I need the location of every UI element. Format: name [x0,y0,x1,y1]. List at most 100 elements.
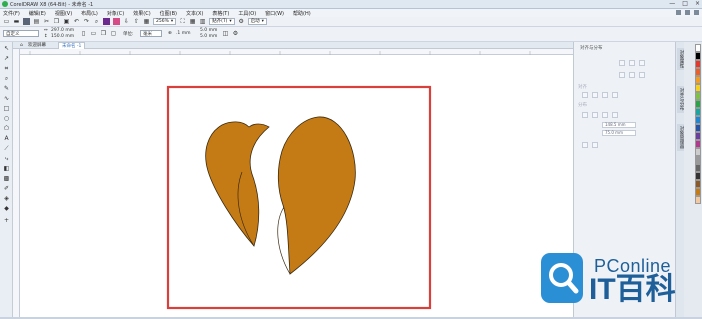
search-icon[interactable] [676,10,681,15]
color-eyedropper-icon[interactable]: ✐ [3,185,10,192]
align-to-page-center-icon[interactable] [612,92,618,98]
swatch-black[interactable] [695,52,701,60]
align-to-selected-icon[interactable] [592,92,598,98]
settings-icon[interactable] [694,10,699,15]
align-right-icon[interactable] [639,60,645,66]
swatch-teal[interactable] [695,108,701,116]
distribute-right-icon[interactable] [612,112,618,118]
pdf-icon[interactable]: ▦ [143,18,150,25]
snap-to-dropdown[interactable]: 贴齐(T) ▾ [209,18,235,25]
open-folder-icon[interactable]: ▬ [13,18,20,25]
connector-tool-icon[interactable]: ⤷ [3,155,10,162]
smart-fill-icon[interactable]: ◆ [3,205,10,212]
export-icon[interactable]: ⇧ [133,18,140,25]
redo-icon[interactable]: ↷ [83,18,90,25]
menu-text[interactable]: 文本(X) [186,10,203,17]
transparency-tool-icon[interactable]: ▩ [3,175,10,182]
text-tool-icon[interactable]: A [3,135,10,142]
menu-layout[interactable]: 布局(L) [81,10,98,17]
treat-as-filled-icon[interactable]: ◫ [222,30,229,37]
menu-table[interactable]: 表格(T) [212,10,229,17]
tab-document[interactable]: 未命名 -1 [58,42,86,49]
close-button[interactable]: × [695,1,700,7]
grid-icon[interactable]: ▦ [189,18,196,25]
align-middle-icon[interactable] [629,72,635,78]
position-y-field[interactable]: 75.0 mm [602,130,636,136]
interactive-fill-icon[interactable]: ◈ [3,195,10,202]
swatch-orange-red[interactable] [695,68,701,76]
menu-window[interactable]: 窗口(W) [265,10,284,17]
zoom-level-select[interactable]: 256% ▾ [153,18,177,25]
swatch-orange[interactable] [695,76,701,84]
distribute-center-icon[interactable] [592,112,598,118]
swatch-gray[interactable] [695,156,701,164]
swatch-green[interactable] [695,100,701,108]
page-height-field[interactable]: 150.0 mm [51,34,74,39]
position-x-field[interactable]: 148.5 mm [602,122,636,128]
align-center-icon[interactable] [629,60,635,66]
duplicate-y-field[interactable]: 5.0 mm [200,34,217,39]
heart-left-half[interactable] [205,121,270,247]
align-bottom-icon[interactable] [639,72,645,78]
page-width-field[interactable]: 297.0 mm [51,28,74,33]
zoom-tool-icon[interactable]: ⌕ [3,75,10,82]
swatch-charcoal[interactable] [695,172,701,180]
menu-file[interactable]: 文件(F) [3,10,20,17]
swatch-magenta[interactable] [695,140,701,148]
corel-connect-icon[interactable] [103,18,110,25]
distribute-left-icon[interactable] [582,112,588,118]
full-screen-icon[interactable]: ⛶ [179,18,186,25]
align-left-icon[interactable] [619,60,625,66]
rulers-icon[interactable]: ▥ [199,18,206,25]
swatch-dark-blue[interactable] [695,124,701,132]
import-icon[interactable]: ⇩ [123,18,130,25]
copy-icon[interactable]: ❐ [53,18,60,25]
crop-tool-icon[interactable]: ⌗ [3,65,10,72]
distribute-top-icon[interactable] [582,142,588,148]
minimize-button[interactable]: — [669,1,675,7]
align-to-active-icon[interactable] [582,92,588,98]
swatch-white[interactable] [695,44,701,52]
swatch-light-green[interactable] [695,92,701,100]
maximize-button[interactable]: □ [682,1,688,7]
tab-align-distribute[interactable]: 对齐与分布 [677,86,684,113]
all-pages-icon[interactable]: ❐ [100,30,107,37]
heart-right-half[interactable] [277,116,356,275]
nudge-distance-field[interactable]: .1 mm [176,31,191,36]
menu-help[interactable]: 帮助(H) [293,10,311,17]
parallel-dimension-icon[interactable]: ⟋ [3,145,10,152]
page-options-icon[interactable]: ⚙ [232,30,239,37]
freehand-tool-icon[interactable]: ✎ [3,85,10,92]
swatch-dark-gray[interactable] [695,164,701,172]
ellipse-tool-icon[interactable]: ○ [3,115,10,122]
distribute-bottom-icon[interactable] [592,142,598,148]
page-preset-select[interactable]: 自定义 [3,30,39,37]
menu-bitmaps[interactable]: 位图(B) [160,10,177,17]
align-top-icon[interactable] [619,72,625,78]
duplicate-x-field[interactable]: 5.0 mm [200,28,217,33]
drop-shadow-tool-icon[interactable]: ◧ [3,165,10,172]
align-to-page-edge-icon[interactable] [602,92,608,98]
search-icon[interactable]: ⌕ [93,18,100,25]
artistic-media-tool-icon[interactable]: ∿ [3,95,10,102]
menu-object[interactable]: 对象(C) [107,10,124,17]
current-page-icon[interactable]: ▢ [110,30,117,37]
tab-object-manager[interactable]: 对象管理器 [677,124,684,151]
drawing-canvas[interactable] [20,55,573,317]
undo-icon[interactable]: ↶ [73,18,80,25]
swatch-light-gray[interactable] [695,148,701,156]
menu-edit[interactable]: 编辑(E) [29,10,46,17]
swatch-brown[interactable] [695,180,701,188]
add-tool-icon[interactable]: + [3,217,10,224]
cut-icon[interactable]: ✂ [43,18,50,25]
landscape-icon[interactable]: ▭ [90,30,97,37]
save-icon[interactable] [23,18,30,25]
launch-dropdown[interactable]: 启动 ▾ [247,18,267,25]
distribute-spacing-icon[interactable] [602,112,608,118]
user-icon[interactable] [685,10,690,15]
swatch-purple[interactable] [695,132,701,140]
new-document-icon[interactable]: ▭ [3,18,10,25]
swatch-blue[interactable] [695,116,701,124]
tab-object-properties[interactable]: 对象属性 [677,48,684,70]
menu-tools[interactable]: 工具(O) [238,10,256,17]
